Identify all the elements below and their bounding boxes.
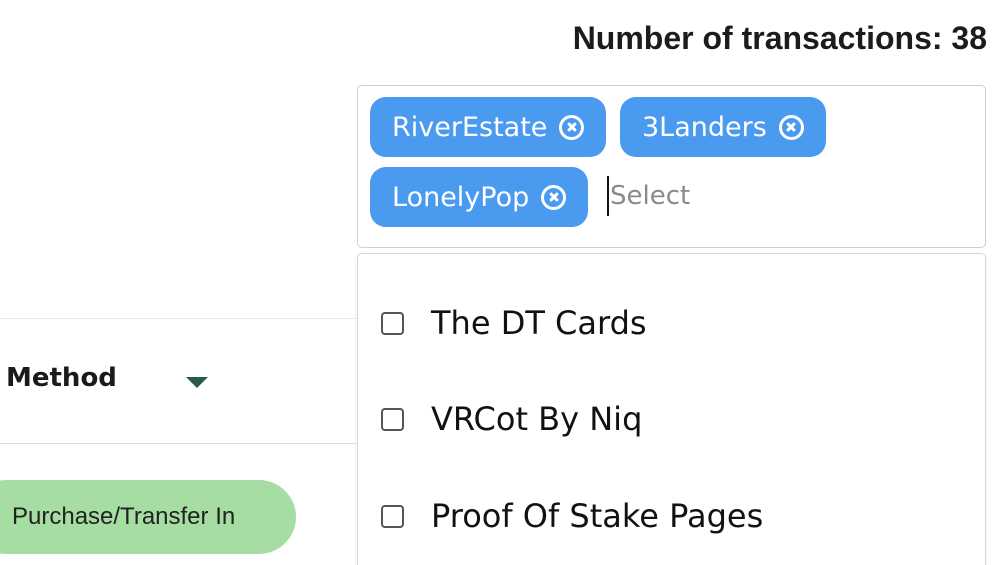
close-circle-icon[interactable] — [541, 184, 567, 210]
column-header-label: Method — [6, 363, 117, 393]
checkbox[interactable] — [381, 504, 404, 528]
table-divider — [0, 318, 357, 319]
collection-dropdown: The DT Cards VRCot By Niq Proof Of Stake… — [357, 253, 986, 565]
text-cursor — [607, 176, 609, 216]
method-label-text: Purchase/Transfer In — [12, 503, 236, 530]
close-circle-icon[interactable] — [559, 114, 585, 140]
selected-chip: RiverEstate — [370, 97, 607, 157]
dropdown-option[interactable]: Proof Of Stake Pages — [358, 486, 985, 546]
dropdown-option[interactable]: VRCot By Niq — [358, 389, 985, 449]
header-divider — [0, 443, 357, 444]
method-column-header[interactable]: Method — [0, 347, 357, 417]
dropdown-option[interactable]: The DT Cards — [358, 293, 985, 353]
close-circle-icon[interactable] — [778, 114, 804, 140]
option-label: The DT Cards — [431, 304, 647, 342]
triangle-down-icon[interactable] — [186, 377, 208, 388]
option-label: VRCot By Niq — [431, 400, 643, 438]
collection-multiselect[interactable]: RiverEstate 3Landers LonelyPop — [357, 85, 986, 248]
checkbox[interactable] — [381, 311, 404, 335]
transaction-count: Number of transactions: 38 — [572, 20, 987, 56]
chip-label: LonelyPop — [392, 181, 530, 213]
option-label: Proof Of Stake Pages — [431, 497, 764, 535]
checkbox[interactable] — [381, 407, 404, 431]
selected-chip: LonelyPop — [370, 167, 589, 227]
page: Number of transactions: 38 RiverEstate 3… — [0, 0, 1005, 565]
chip-label: 3Landers — [642, 111, 767, 143]
method-badge: Purchase/Transfer In — [0, 480, 296, 554]
collection-search-input[interactable] — [607, 174, 857, 218]
selected-chip: 3Landers — [620, 97, 826, 157]
chip-label: RiverEstate — [392, 111, 548, 143]
